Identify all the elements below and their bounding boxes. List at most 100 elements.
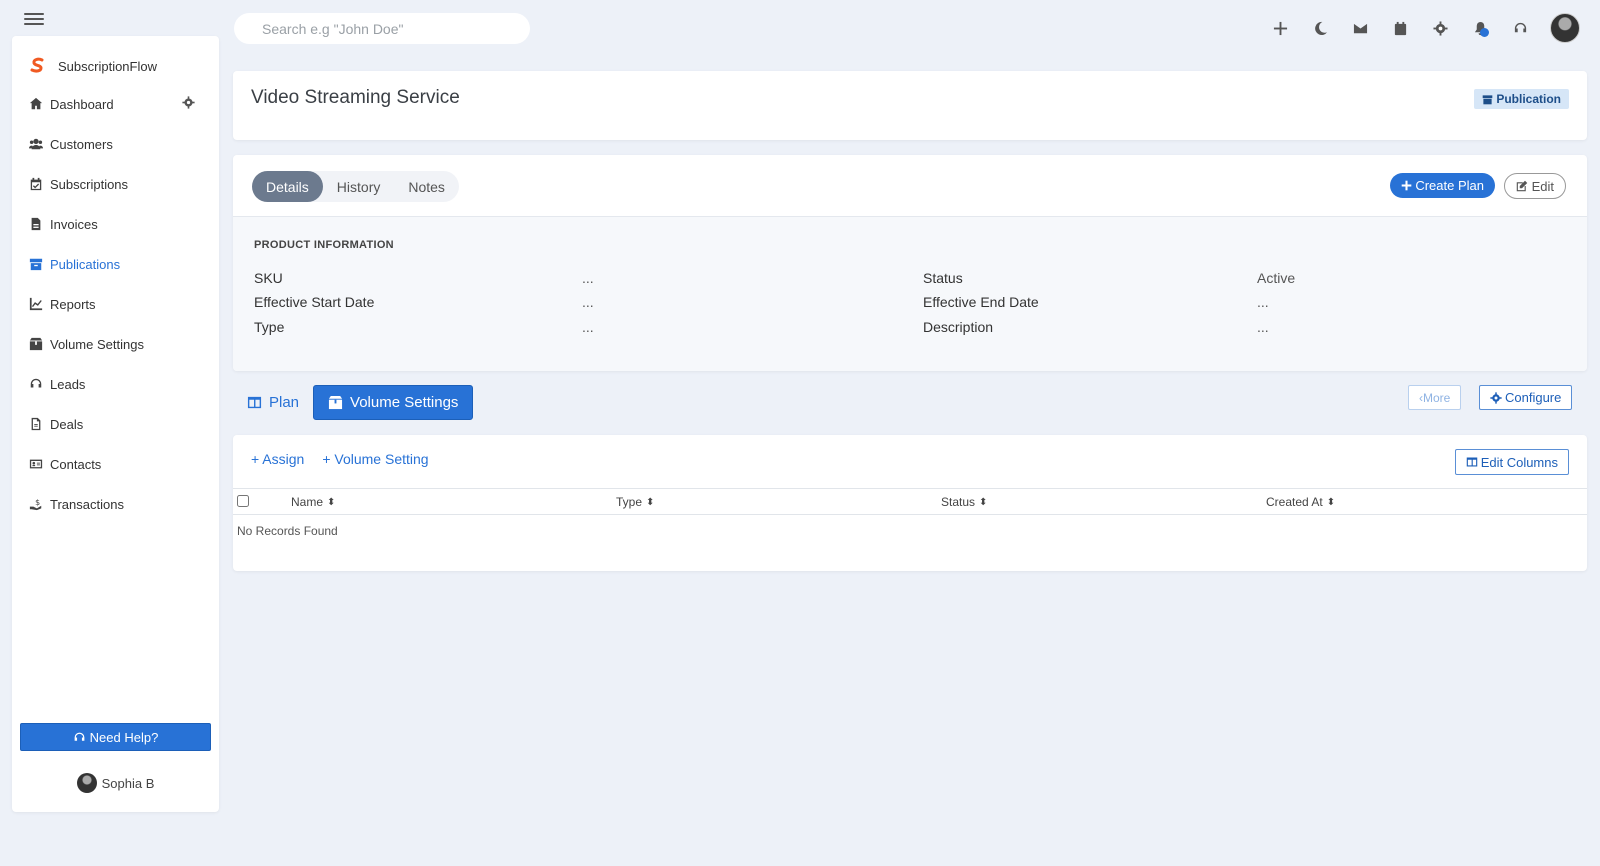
status-label: Status: [923, 270, 963, 286]
headset-icon: [28, 376, 44, 392]
edit-columns-label: Edit Columns: [1480, 454, 1558, 470]
sort-icon: ⬍: [327, 496, 336, 508]
sidebar-item-dashboard[interactable]: Dashboard: [12, 84, 219, 124]
volume-settings-table-card: + Assign + Volume Setting Edit Columns N…: [233, 435, 1587, 571]
sort-icon: ⬍: [979, 496, 988, 508]
more-button[interactable]: ‹More: [1408, 385, 1462, 410]
more-label: More: [1423, 390, 1451, 405]
end-date-label: Effective End Date: [923, 294, 1039, 310]
invoice-icon: [28, 216, 44, 232]
details-card: Details History Notes Create Plan Edit P…: [233, 155, 1587, 371]
table-header: Name ⬍ Type ⬍ Status ⬍ Created At ⬍: [233, 488, 1587, 515]
product-information: PRODUCT INFORMATION SKU ... Effective St…: [233, 217, 1587, 371]
search-input[interactable]: [234, 13, 530, 44]
columns-icon: [247, 396, 262, 409]
user-name: Sophia B: [101, 775, 155, 791]
sidebar-item-deals[interactable]: Deals: [12, 404, 219, 444]
configure-button[interactable]: Configure: [1479, 385, 1573, 410]
sidebar-item-label: Contacts: [50, 456, 102, 472]
type-label: Type: [254, 319, 285, 335]
create-plan-button[interactable]: Create Plan: [1390, 173, 1495, 198]
sidebar-user[interactable]: Sophia B: [12, 773, 219, 793]
select-all-checkbox[interactable]: [237, 495, 249, 507]
sidebar-item-label: Customers: [50, 136, 113, 152]
sidebar-item-contacts[interactable]: Contacts: [12, 444, 219, 484]
calendar-icon[interactable]: [1380, 21, 1420, 36]
status-value: Active: [1257, 270, 1296, 286]
plus-icon[interactable]: [1260, 21, 1300, 36]
column-label: Name: [291, 495, 324, 509]
edit-label: Edit: [1531, 178, 1554, 194]
column-header-name[interactable]: Name ⬍: [291, 495, 335, 509]
table-actions: + Assign + Volume Setting: [251, 451, 447, 467]
sku-label: SKU: [254, 270, 283, 286]
sidebar: SubscriptionFlow Dashboard Customers Sub…: [12, 36, 219, 812]
address-card-icon: [28, 456, 44, 472]
column-header-type[interactable]: Type ⬍: [616, 495, 654, 509]
create-plan-label: Create Plan: [1415, 178, 1484, 193]
sidebar-item-customers[interactable]: Customers: [12, 124, 219, 164]
gear-icon: [1490, 391, 1502, 404]
svg-text:$: $: [35, 498, 40, 507]
tab-details[interactable]: Details: [252, 171, 323, 202]
calendar-check-icon: [28, 176, 44, 192]
edit-button[interactable]: Edit: [1503, 173, 1566, 199]
sidebar-item-invoices[interactable]: Invoices: [12, 204, 219, 244]
title-card: Video Streaming Service Publication: [233, 71, 1587, 140]
headset-icon[interactable]: [1500, 21, 1540, 36]
archive-icon: [1483, 94, 1493, 104]
badge-label: Publication: [1496, 92, 1561, 106]
sidebar-item-publications[interactable]: Publications: [12, 244, 219, 284]
start-date-label: Effective Start Date: [254, 294, 375, 310]
edit-columns-button[interactable]: Edit Columns: [1454, 449, 1569, 475]
column-header-status[interactable]: Status ⬍: [941, 495, 987, 509]
sidebar-item-label: Reports: [50, 296, 96, 312]
sidebar-item-label: Dashboard: [50, 96, 114, 112]
column-header-created-at[interactable]: Created At ⬍: [1266, 495, 1335, 509]
bell-icon[interactable]: [1460, 21, 1500, 37]
sidebar-item-label: Transactions: [50, 496, 124, 512]
sidebar-item-subscriptions[interactable]: Subscriptions: [12, 164, 219, 204]
need-help-button[interactable]: Need Help?: [20, 723, 211, 751]
sidebar-item-reports[interactable]: Reports: [12, 284, 219, 324]
tab-volume-settings[interactable]: Volume Settings: [313, 385, 474, 420]
envelope-icon[interactable]: [1340, 21, 1380, 36]
tab-plan[interactable]: Plan: [233, 385, 313, 420]
moon-icon[interactable]: [1300, 21, 1340, 36]
archive-icon: [28, 256, 44, 272]
type-value: ...: [582, 319, 594, 335]
need-help-label: Need Help?: [89, 729, 159, 745]
description-value: ...: [1257, 319, 1269, 335]
sidebar-item-transactions[interactable]: $ Transactions: [12, 484, 219, 524]
sub-tabs: Plan Volume Settings: [233, 385, 474, 420]
column-label: Created At: [1266, 495, 1323, 509]
gear-icon[interactable]: [1420, 20, 1460, 36]
tab-plan-label: Plan: [269, 394, 300, 411]
description-label: Description: [923, 319, 994, 335]
sidebar-item-leads[interactable]: Leads: [12, 364, 219, 404]
user-avatar[interactable]: [1550, 13, 1580, 43]
subscriptionflow-logo-icon: [30, 57, 44, 73]
tab-history[interactable]: History: [323, 171, 395, 202]
hand-dollar-icon: $: [28, 496, 44, 512]
section-heading: PRODUCT INFORMATION: [254, 239, 394, 251]
hamburger-menu-icon[interactable]: [24, 10, 44, 26]
sidebar-item-volume-settings[interactable]: Volume Settings: [12, 324, 219, 364]
sku-value: ...: [582, 270, 594, 286]
sidebar-item-label: Publications: [50, 256, 121, 272]
dashboard-gear-icon[interactable]: [182, 96, 195, 112]
assign-link[interactable]: + Assign: [251, 451, 304, 467]
sidebar-item-label: Subscriptions: [50, 176, 129, 192]
sidebar-item-label: Volume Settings: [50, 336, 144, 352]
sidebar-nav: Dashboard Customers Subscriptions Invoic…: [12, 84, 219, 524]
brand[interactable]: SubscriptionFlow: [12, 36, 219, 80]
chart-line-icon: [28, 296, 44, 312]
column-label: Status: [941, 495, 976, 509]
start-date-value: ...: [582, 294, 594, 310]
top-toolbar: [1260, 13, 1600, 43]
publication-badge: Publication: [1474, 89, 1569, 109]
tab-notes[interactable]: Notes: [394, 171, 459, 202]
notification-dot: [1480, 27, 1489, 37]
sidebar-item-label: Deals: [50, 416, 84, 432]
volume-setting-link[interactable]: + Volume Setting: [322, 451, 428, 467]
